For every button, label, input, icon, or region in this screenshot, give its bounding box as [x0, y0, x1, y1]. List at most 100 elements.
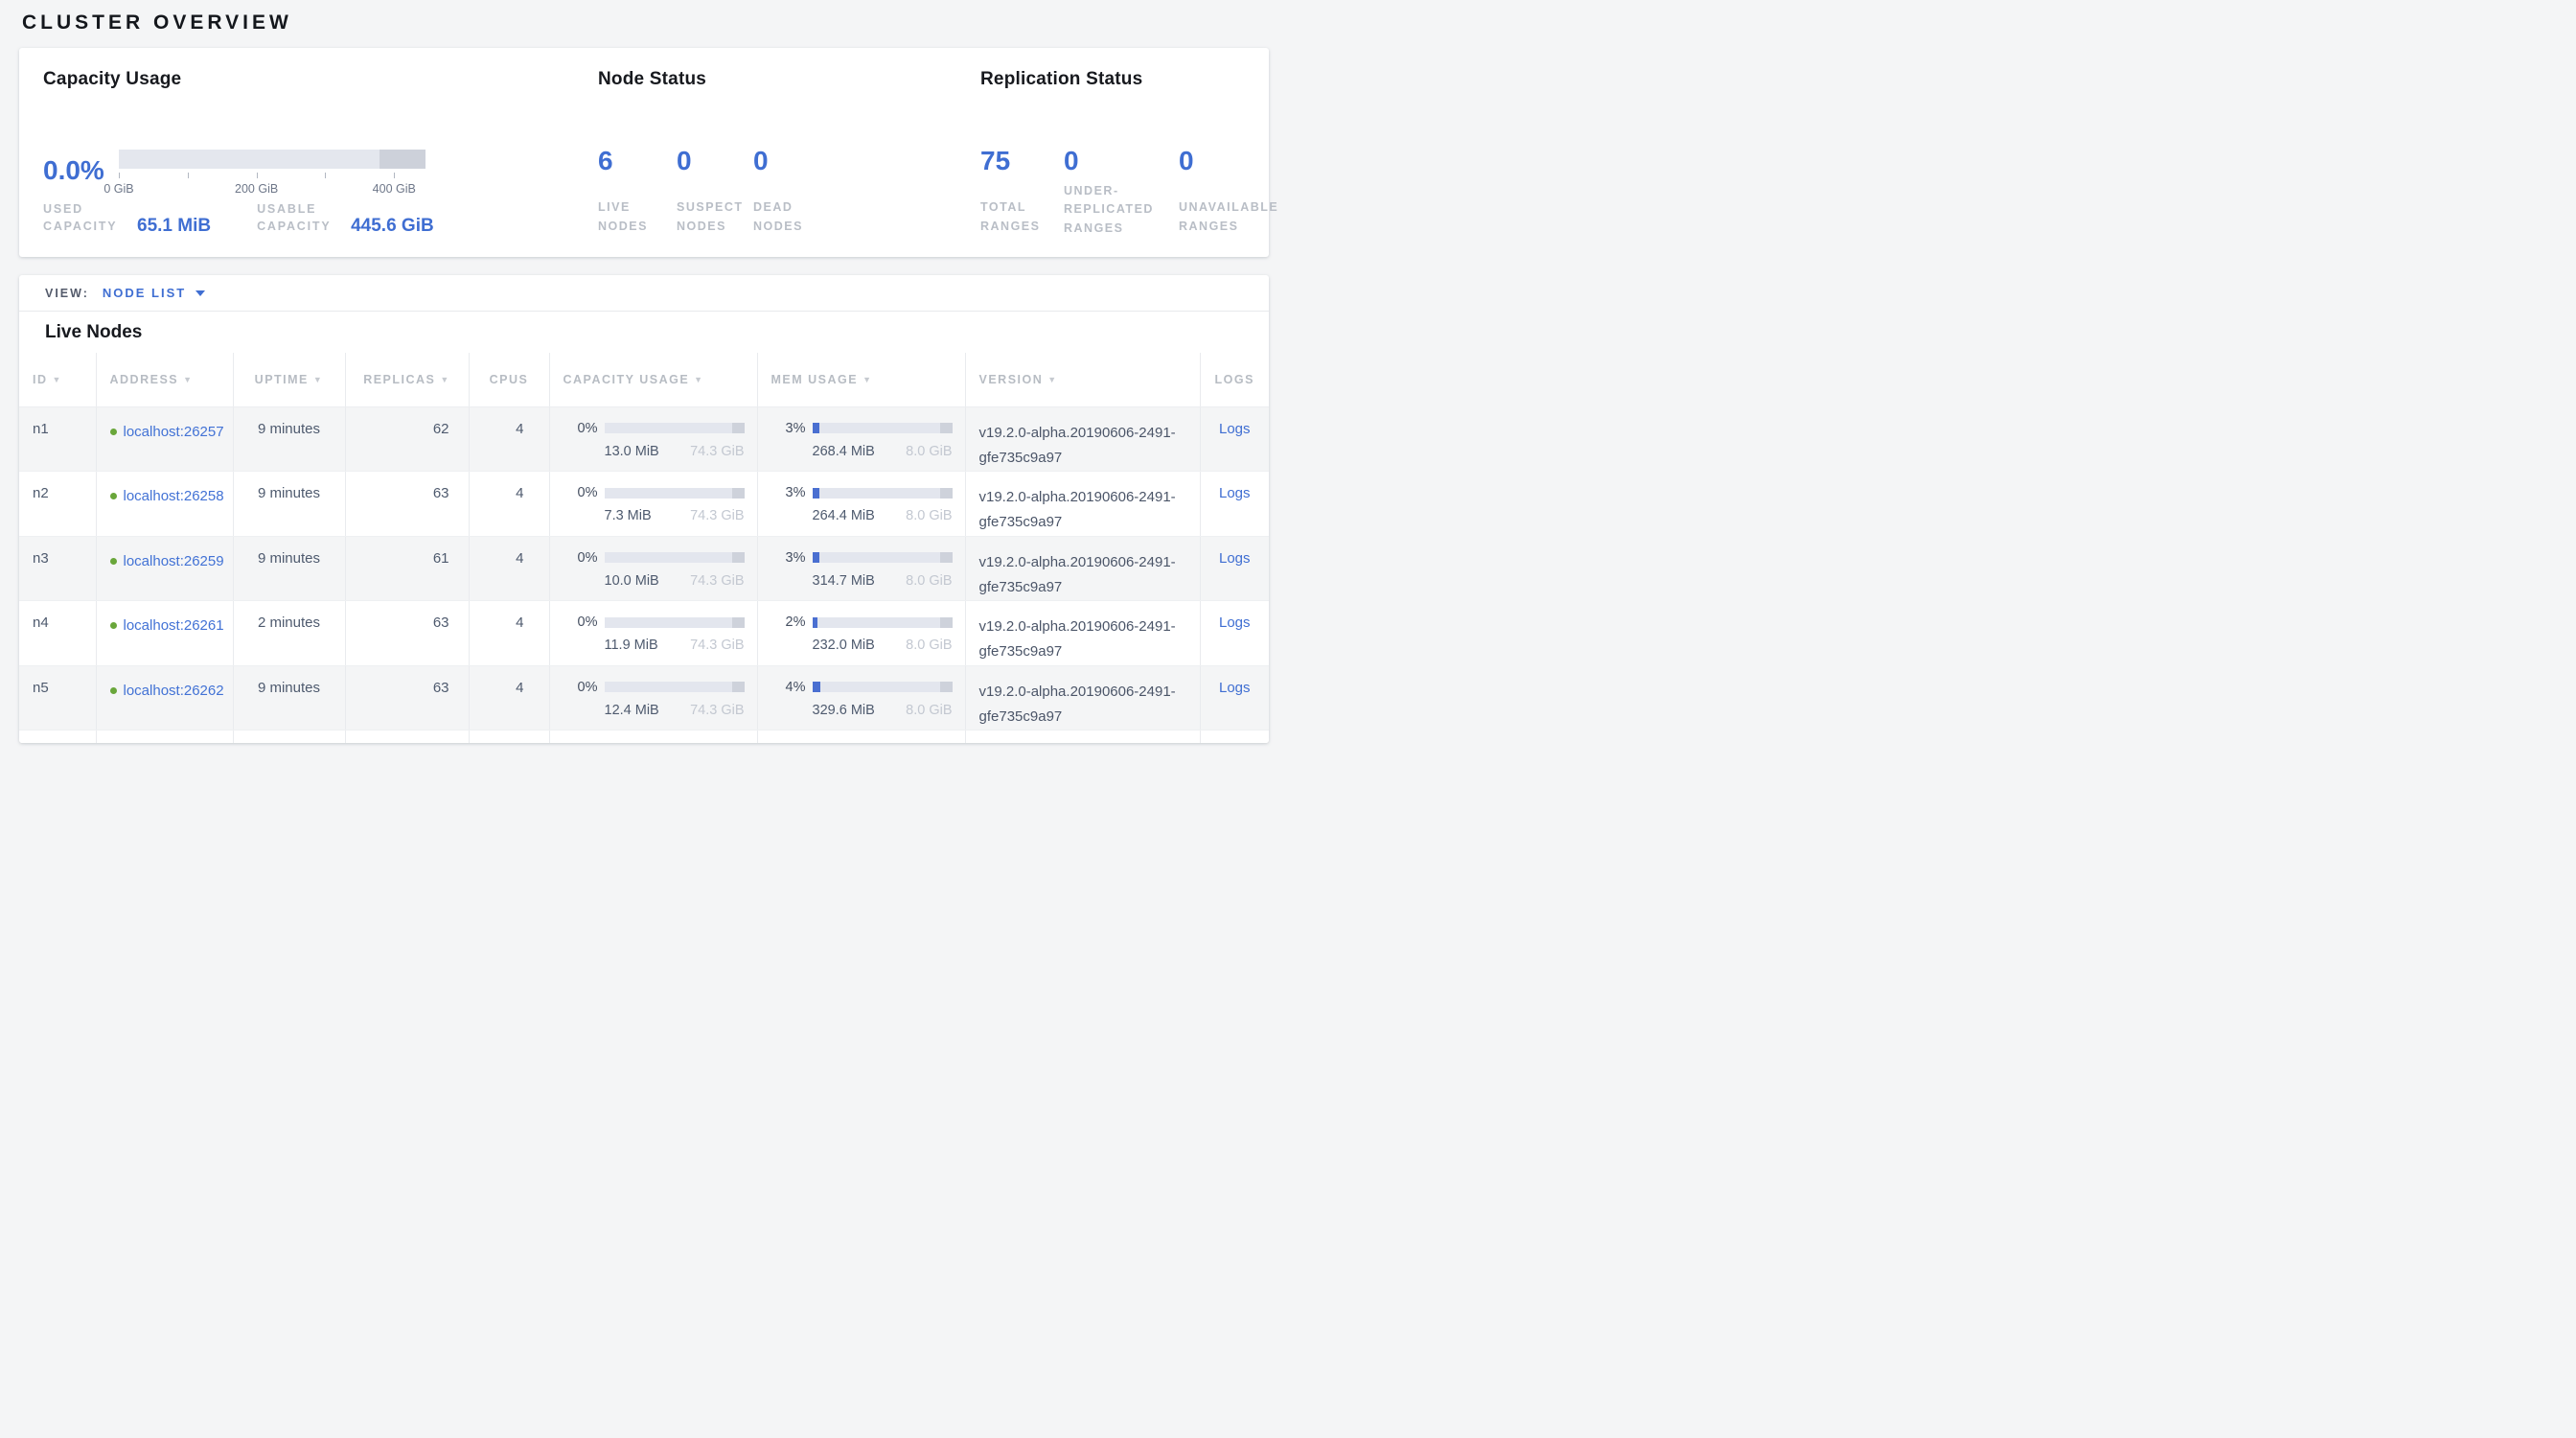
column-header-mem-usage[interactable]: MEM USAGE▼: [757, 353, 965, 406]
usable-capacity: USABLE CAPACITY 445.6 GiB: [257, 200, 434, 237]
mem-usage-bar: [813, 552, 953, 563]
logs-cell: Logs: [1200, 536, 1269, 601]
mem-usage-fill: [813, 682, 821, 692]
node-address-link[interactable]: localhost:26261: [124, 617, 224, 634]
logs-link[interactable]: Logs: [1219, 485, 1251, 501]
capacity-total-value: 74.3 GiB: [690, 638, 744, 653]
live-nodes-stat: 6 LIVE NODES: [598, 132, 677, 236]
unavailable-ranges-value: 0: [1179, 132, 1296, 182]
node-id-cell: n2: [19, 472, 96, 537]
axis-tick: [119, 173, 120, 178]
node-address-link[interactable]: localhost:26262: [124, 683, 224, 699]
mem-usage-bar: [813, 682, 953, 692]
logs-link[interactable]: Logs: [1219, 421, 1251, 437]
node-address-link[interactable]: localhost:26257: [124, 424, 224, 440]
capacity-total-value: 74.3 GiB: [690, 508, 744, 523]
uptime-cell: 9 minutes: [233, 536, 345, 601]
used-capacity-value: 65.1 MiB: [137, 216, 211, 237]
sort-arrow-icon: ▼: [183, 375, 193, 384]
live-nodes-label: LIVE NODES: [598, 198, 654, 236]
mem-usage-fill: [813, 423, 819, 433]
column-header-uptime[interactable]: UPTIME▼: [233, 353, 345, 406]
column-header-replicas[interactable]: REPLICAS▼: [345, 353, 469, 406]
capacity-usage-cell: 0% 13.0 MiB 74.3 GiB: [549, 406, 757, 472]
chevron-down-icon: [196, 290, 205, 296]
node-status-title: Node Status: [598, 69, 706, 90]
table-row: n4 localhost:26261 2 minutes 63 4 0% 11.…: [19, 601, 1269, 666]
table-row: n3 localhost:26259 9 minutes 61 4 0% 10.…: [19, 536, 1269, 601]
cpus-cell: 4: [469, 601, 549, 666]
capacity-usage-title: Capacity Usage: [43, 69, 181, 90]
live-status-dot-icon: [110, 687, 117, 694]
capacity-percent: 0%: [564, 680, 598, 695]
capacity-other-segment: [732, 617, 745, 628]
capacity-usage-bar: [605, 682, 745, 692]
used-capacity-label: USED CAPACITY: [43, 200, 126, 237]
mem-usage-bar: [813, 423, 953, 433]
capacity-total-value: 74.3 GiB: [690, 573, 744, 589]
capacity-used-value: 12.4 MiB: [605, 703, 659, 718]
mem-used-value: 268.4 MiB: [813, 444, 875, 459]
column-header-logs: LOGS▼: [1200, 353, 1269, 406]
capacity-other-segment: [732, 552, 745, 563]
logs-link[interactable]: Logs: [1219, 550, 1251, 567]
replication-status-title: Replication Status: [980, 69, 1142, 90]
uptime-cell: 9 minutes: [233, 406, 345, 472]
capacity-other-segment: [732, 488, 745, 499]
node-address-link[interactable]: localhost:26258: [124, 488, 224, 504]
axis-tick: [394, 173, 395, 178]
capacity-used-value: 11.9 MiB: [605, 638, 658, 653]
capacity-usage-bar: [605, 423, 745, 433]
column-header-address[interactable]: ADDRESS▼: [96, 353, 233, 406]
logs-link[interactable]: Logs: [1219, 615, 1251, 631]
node-status-stats: 6 LIVE NODES 0 SUSPECT NODES 0 DEAD NODE…: [598, 132, 859, 236]
capacity-percent: 0%: [564, 485, 598, 500]
view-label: VIEW:: [45, 287, 89, 300]
axis-tick-label: 400 GiB: [373, 182, 416, 196]
total-ranges-stat: 75 TOTAL RANGES: [980, 132, 1064, 236]
dead-nodes-value: 0: [753, 132, 859, 182]
cpus-cell: 4: [469, 472, 549, 537]
table-row: n1 localhost:26257 9 minutes 62 4 0% 13.…: [19, 406, 1269, 472]
node-address-cell: localhost:26257: [96, 406, 233, 472]
replicas-cell: 62: [345, 406, 469, 472]
mem-percent: 3%: [771, 550, 806, 566]
capacity-summary-values: USED CAPACITY 65.1 MiB USABLE CAPACITY 4…: [43, 200, 434, 237]
column-header-capacity-usage[interactable]: CAPACITY USAGE▼: [549, 353, 757, 406]
suspect-nodes-value: 0: [677, 132, 753, 182]
mem-other-segment: [940, 552, 953, 563]
axis-tick-label: 0 GiB: [104, 182, 133, 196]
live-nodes-value: 6: [598, 132, 677, 182]
page-title: CLUSTER OVERVIEW: [22, 12, 1288, 35]
logs-cell: Logs: [1200, 665, 1269, 731]
dead-nodes-label: DEAD NODES: [753, 198, 815, 236]
capacity-usage-cell: 0% 10.0 MiB 74.3 GiB: [549, 536, 757, 601]
capacity-usage-bar: [119, 150, 426, 169]
axis-tick: [188, 173, 189, 178]
column-header-version[interactable]: VERSION▼: [965, 353, 1200, 406]
column-header-id[interactable]: ID▼: [19, 353, 96, 406]
mem-other-segment: [940, 423, 953, 433]
mem-total-value: 8.0 GiB: [906, 638, 952, 653]
mem-percent: 3%: [771, 485, 806, 500]
mem-percent: 2%: [771, 615, 806, 630]
unavailable-ranges-label: UNAVAILABLE RANGES: [1179, 198, 1288, 236]
axis-tick-label: 200 GiB: [235, 182, 278, 196]
dead-nodes-stat: 0 DEAD NODES: [753, 132, 859, 236]
capacity-total-value: 74.3 GiB: [690, 444, 744, 459]
node-id-cell: n1: [19, 406, 96, 472]
logs-link[interactable]: Logs: [1219, 680, 1251, 696]
cluster-summary-card: Capacity Usage 0.0% 0 GiB 200 GiB 400 Gi…: [19, 48, 1269, 257]
capacity-other-segment: [380, 150, 426, 169]
under-replicated-ranges-label: UNDER-REPLICATED RANGES: [1064, 182, 1167, 238]
node-id-cell: n5: [19, 665, 96, 731]
view-selector-dropdown[interactable]: NODE LIST: [103, 286, 205, 300]
sort-arrow-icon: ▼: [313, 375, 323, 384]
unavailable-ranges-stat: 0 UNAVAILABLE RANGES: [1179, 132, 1296, 236]
node-address-link[interactable]: localhost:26259: [124, 553, 224, 569]
column-header-cpus: CPUS▼: [469, 353, 549, 406]
under-replicated-ranges-stat: 0 UNDER-REPLICATED RANGES: [1064, 132, 1179, 236]
replicas-cell: 63: [345, 601, 469, 666]
capacity-usage-gauge: 0.0% 0 GiB 200 GiB 400 GiB: [43, 144, 426, 197]
cpus-cell: 4: [469, 665, 549, 731]
